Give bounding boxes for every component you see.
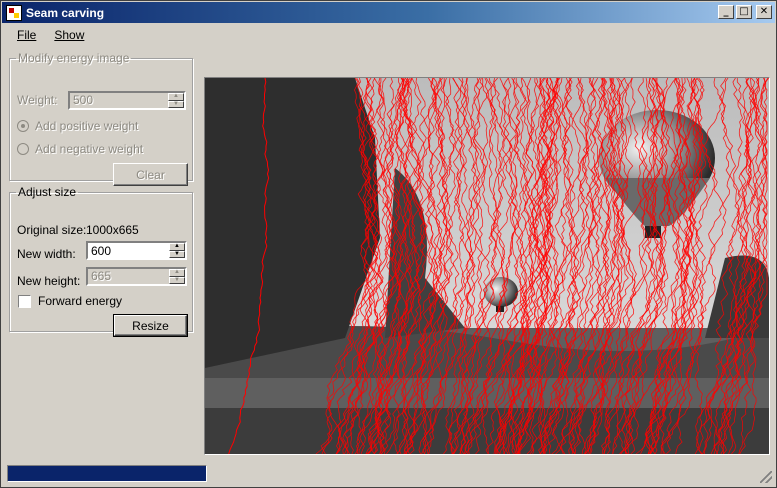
checkbox-icon[interactable]: [18, 294, 31, 308]
app-icon[interactable]: [6, 4, 22, 21]
minimize-button[interactable]: _: [718, 5, 734, 19]
menu-bar: File Show: [2, 24, 775, 45]
add-positive-radio[interactable]: Add positive weight: [17, 119, 138, 133]
menu-file[interactable]: File: [8, 26, 45, 44]
new-width-up-icon[interactable]: ▲: [169, 243, 185, 251]
menu-show-label: Show: [54, 27, 85, 42]
new-width-down-icon[interactable]: ▼: [169, 250, 185, 258]
add-positive-label: Add positive weight: [35, 119, 139, 133]
close-button[interactable]: ✕: [756, 5, 772, 19]
menu-file-label: File: [17, 27, 37, 42]
new-height-stepper[interactable]: 665 ▲ ▼: [86, 267, 187, 286]
new-width-input[interactable]: [88, 243, 168, 258]
weight-label: Weight:: [17, 93, 58, 107]
weight-value: 500: [73, 93, 94, 107]
progress-bar: [7, 465, 207, 482]
adjust-size-legend: Adjust size: [18, 185, 77, 199]
radio-off-icon: [17, 143, 29, 155]
weight-spin[interactable]: ▲ ▼: [168, 93, 184, 108]
modify-energy-group: Modify energy image Weight: 500 ▲ ▼ Add …: [9, 51, 193, 186]
menu-show[interactable]: Show: [45, 26, 93, 44]
clear-button[interactable]: Clear: [113, 163, 188, 186]
status-bar: [2, 462, 775, 486]
app-window: Seam carving _ □ ✕ File Show Modify ener…: [0, 0, 777, 488]
maximize-button[interactable]: □: [736, 5, 752, 19]
new-height-spin[interactable]: ▲ ▼: [169, 269, 185, 284]
resize-grip-icon[interactable]: [760, 471, 772, 483]
new-height-down-icon[interactable]: ▼: [169, 276, 185, 284]
weight-up-icon[interactable]: ▲: [168, 93, 184, 101]
modify-energy-legend: Modify energy image: [18, 51, 130, 65]
title-bar[interactable]: Seam carving _ □ ✕: [2, 2, 775, 23]
foreground-shade: [205, 408, 769, 454]
forward-energy-label: Forward energy: [38, 294, 123, 308]
new-height-label: New height:: [17, 274, 81, 288]
original-size-label: Original size:: [17, 223, 87, 237]
new-width-stepper[interactable]: ▲ ▼: [86, 241, 187, 260]
window-title: Seam carving: [26, 5, 105, 20]
seam-carved-photo: [205, 78, 769, 454]
add-negative-label: Add negative weight: [35, 142, 144, 156]
weight-down-icon[interactable]: ▼: [168, 100, 184, 108]
title-buttons: _ □ ✕: [718, 5, 772, 19]
image-display[interactable]: [204, 77, 770, 455]
original-size-value: 1000x665: [86, 223, 139, 237]
new-height-value: 665: [91, 269, 112, 283]
resize-button[interactable]: Resize: [113, 314, 188, 337]
radio-on-icon: [17, 120, 29, 132]
new-height-up-icon[interactable]: ▲: [169, 269, 185, 277]
weight-stepper[interactable]: 500 ▲ ▼: [68, 91, 186, 110]
forward-energy-checkbox[interactable]: Forward energy: [18, 294, 122, 308]
add-negative-radio[interactable]: Add negative weight: [17, 142, 143, 156]
progress-fill: [8, 466, 206, 481]
new-width-label: New width:: [17, 247, 76, 261]
new-width-spin[interactable]: ▲ ▼: [169, 243, 185, 258]
adjust-size-group: Adjust size Original size: 1000x665 New …: [9, 185, 193, 337]
